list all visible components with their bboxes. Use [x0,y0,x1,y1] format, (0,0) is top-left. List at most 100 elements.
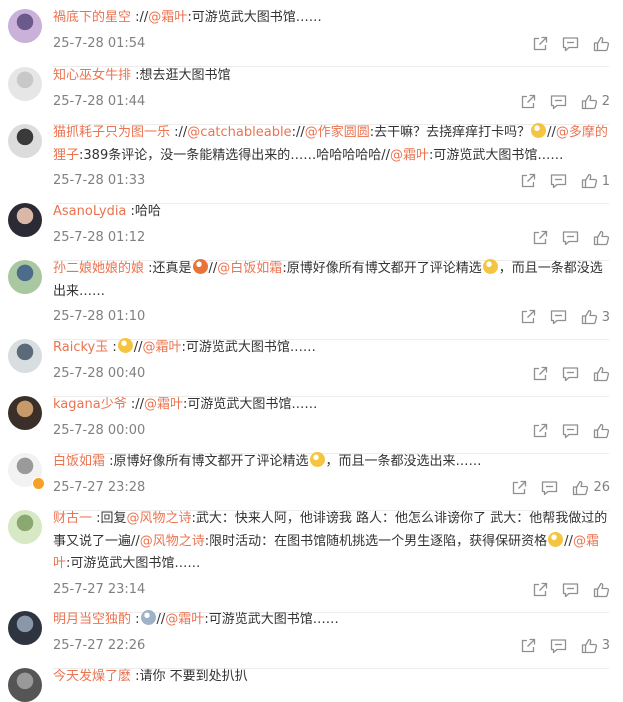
mention-link[interactable]: @霜叶 [148,10,187,25]
avatar[interactable] [8,510,42,544]
share-button[interactable] [532,366,548,382]
emoji-icon [531,123,547,138]
comment-body: :可游览武大图书馆…… [204,612,339,627]
mention-link[interactable]: @白饭如霜 [217,261,282,276]
avatar[interactable] [8,668,42,702]
share-icon [532,230,548,246]
like-button[interactable] [593,582,610,598]
like-button[interactable]: 3 [581,309,610,325]
comment-body: :389条评论，没一条能精选得出来的……哈哈哈哈哈// [79,147,390,163]
share-button[interactable] [532,230,548,246]
mention-link[interactable]: @霜叶 [144,397,183,412]
emoji-icon [482,259,498,274]
comment-username[interactable]: 孙二娘她娘的娘 [53,261,144,276]
comment-username[interactable]: 明月当空独酌 [53,612,131,627]
share-icon [532,366,548,382]
thumbs-up-icon [593,230,610,246]
like-button[interactable] [593,36,610,52]
share-button[interactable] [520,309,536,325]
reply-button[interactable] [562,582,579,598]
reply-button[interactable] [550,309,567,325]
comment-username[interactable]: Raicky玉 [53,340,108,355]
reply-button[interactable] [550,94,567,110]
thumbs-up-icon [581,173,598,189]
comment-username[interactable]: 白饭如霜 [53,454,105,469]
thumbs-up-icon [593,366,610,382]
comment-actions [518,422,610,440]
share-button[interactable] [520,638,536,654]
mention-link[interactable]: @catchableable [187,125,291,140]
thumbs-up-icon [581,638,598,654]
like-button[interactable] [593,423,610,439]
avatar[interactable] [8,203,42,237]
reply-button[interactable] [550,638,567,654]
share-button[interactable] [520,94,536,110]
avatar[interactable] [8,260,42,294]
mention-link[interactable]: @霜叶 [165,612,204,627]
comment-username[interactable]: kagana少爷 [53,397,127,412]
mention-link[interactable]: @霜叶 [143,340,182,355]
like-button[interactable]: 3 [581,638,610,654]
comment-actions [518,35,610,53]
thumbs-up-icon [593,36,610,52]
avatar[interactable] [8,67,42,101]
avatar[interactable] [8,339,42,373]
comment-username[interactable]: 今天发燥了麽 [53,669,131,684]
share-icon [520,94,536,110]
avatar[interactable] [8,396,42,430]
comment-text: 财古一 :回复@风物之诗:武大：快来人阿，他诽谤我 路人：他怎么诽谤你了 武大：… [53,508,609,576]
comment-text: 孙二娘她娘的娘 :还真是//@白饭如霜:原博好像所有博文都开了评论精选 ，而且一条… [53,258,609,303]
reply-button[interactable] [541,480,558,496]
comment-actions [518,581,610,599]
comment-body: // [547,125,556,140]
comment-username[interactable]: 知心巫女牛排 [53,68,131,83]
comment-username[interactable]: 财古一 [53,511,92,526]
like-button[interactable]: 2 [581,94,610,110]
mention-link[interactable]: @霜叶 [390,148,429,163]
comment-icon [550,638,567,654]
comment-text: 知心巫女牛排 :想去逛大图书馆 [53,65,609,88]
reply-button[interactable] [550,173,567,189]
comment-body: // [133,340,143,355]
avatar[interactable] [8,9,42,43]
comment-username[interactable]: AsanoLydia [53,204,126,219]
comment-username[interactable]: 猫抓耗子只为图一乐 [53,125,170,140]
like-button[interactable] [593,366,610,382]
like-button[interactable] [593,230,610,246]
comment-icon [550,173,567,189]
reply-button[interactable] [562,366,579,382]
comment-username[interactable]: 禍底下的星空 [53,10,131,25]
mention-link[interactable]: @风物之诗 [127,511,192,526]
reply-button[interactable] [562,230,579,246]
share-icon [520,173,536,189]
comment-actions [518,229,610,247]
comment-body: :可游览武大图书馆…… [187,10,322,25]
avatar[interactable] [8,124,42,158]
share-button[interactable] [532,423,548,439]
comment-body: : [108,340,117,355]
reply-button[interactable] [562,423,579,439]
like-button[interactable]: 26 [572,480,610,496]
avatar[interactable] [8,611,42,645]
comment-text: 明月当空独酌 : //@霜叶:可游览武大图书馆…… [53,609,609,632]
reply-button[interactable] [562,36,579,52]
comment-actions [518,365,610,383]
comment-icon [562,366,579,382]
like-button[interactable]: 1 [581,173,610,189]
comment-actions: 3 [506,308,610,326]
share-button[interactable] [511,480,527,496]
comment-body: :可游览武大图书馆…… [428,147,564,163]
comment-icon [541,480,558,496]
comment-body: :原博好像所有博文都开了评论精选 [105,454,309,469]
share-button[interactable] [532,582,548,598]
emoji-icon [117,338,133,353]
mention-link[interactable]: @风物之诗 [140,534,205,549]
share-button[interactable] [532,36,548,52]
share-button[interactable] [520,173,536,189]
comment-body: :限时活动：在图书馆随机挑选一个男生逐陷，获得保研资格 [204,533,548,549]
comment-text: 白饭如霜 :原博好像所有博文都开了评论精选 ，而且一条都没选出来…… [53,451,609,474]
comment-timestamp: 25-7-28 01:33 [53,173,146,188]
mention-link[interactable]: @作家圆圆 [305,125,370,140]
share-icon [532,36,548,52]
share-icon [532,582,548,598]
